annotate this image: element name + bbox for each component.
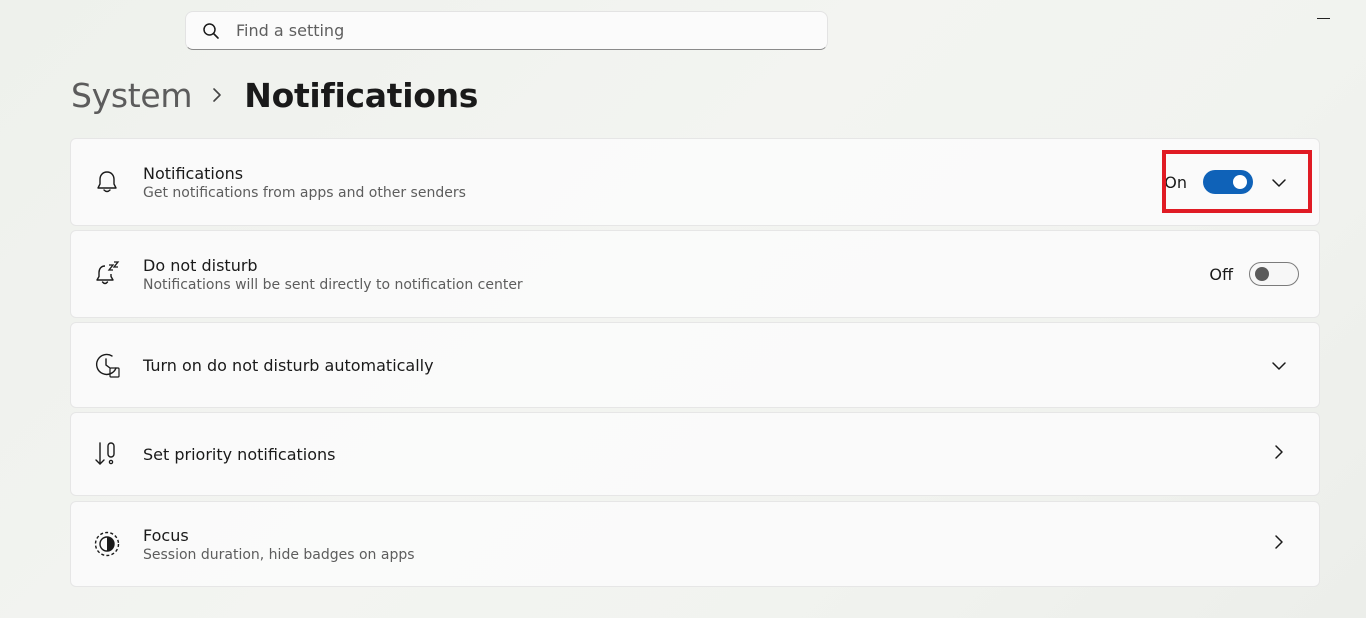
priority-title: Set priority notifications: [143, 444, 336, 464]
focus-subtitle: Session duration, hide badges on apps: [143, 546, 415, 563]
chevron-down-icon: [1271, 173, 1287, 192]
search-input[interactable]: [236, 21, 827, 40]
bell-snooze-icon: [71, 260, 143, 288]
dnd-card[interactable]: Do not disturb Notifications will be sen…: [70, 230, 1320, 318]
toggle-knob: [1233, 175, 1247, 189]
search-box[interactable]: [185, 11, 828, 50]
breadcrumb: System Notifications: [71, 72, 478, 118]
focus-open-button[interactable]: [1259, 524, 1299, 564]
chevron-right-icon: [1274, 534, 1284, 554]
notifications-subtitle: Get notifications from apps and other se…: [143, 184, 466, 201]
clock-icon: [71, 351, 143, 379]
notifications-state: On: [1164, 172, 1187, 192]
bell-icon: [71, 169, 143, 195]
dnd-toggle[interactable]: [1249, 262, 1299, 286]
auto-dnd-title: Turn on do not disturb automatically: [143, 355, 434, 375]
toggle-knob: [1255, 267, 1269, 281]
chevron-down-icon: [1271, 356, 1287, 375]
notifications-toggle[interactable]: [1203, 170, 1253, 194]
notifications-title: Notifications: [143, 163, 244, 183]
minimize-button[interactable]: [1302, 6, 1346, 32]
notifications-card[interactable]: Notifications Get notifications from app…: [70, 138, 1320, 226]
auto-dnd-expand-button[interactable]: [1259, 345, 1299, 385]
notifications-expand-button[interactable]: [1259, 162, 1299, 202]
dnd-state: Off: [1209, 264, 1233, 284]
auto-dnd-card[interactable]: Turn on do not disturb automatically: [70, 322, 1320, 408]
priority-icon: [71, 440, 143, 468]
breadcrumb-system[interactable]: System: [71, 76, 193, 115]
focus-title: Focus: [143, 525, 189, 545]
dnd-subtitle: Notifications will be sent directly to n…: [143, 276, 523, 293]
focus-card[interactable]: Focus Session duration, hide badges on a…: [70, 501, 1320, 587]
chevron-right-icon: [1274, 444, 1284, 464]
priority-card[interactable]: Set priority notifications: [70, 412, 1320, 496]
chevron-right-icon: [212, 87, 222, 103]
priority-open-button[interactable]: [1259, 434, 1299, 474]
focus-icon: [71, 530, 143, 558]
minimize-glyph: [1317, 18, 1330, 19]
dnd-title: Do not disturb: [143, 255, 258, 275]
page-title: Notifications: [244, 75, 479, 115]
search-icon: [186, 22, 236, 40]
